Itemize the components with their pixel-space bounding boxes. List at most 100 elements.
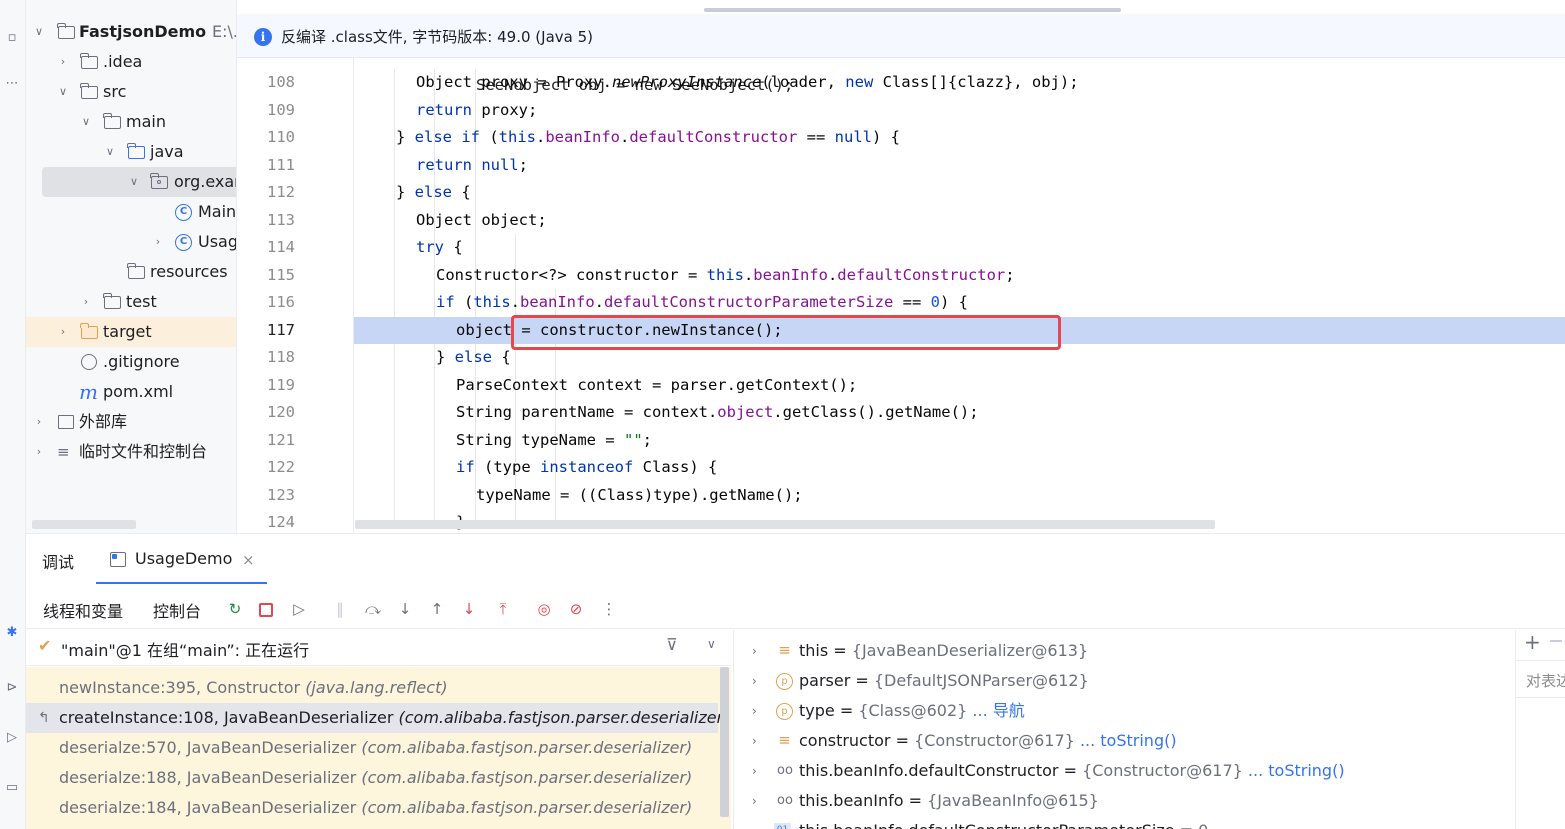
tab-debug[interactable]: 调试	[42, 549, 74, 573]
filter-icon[interactable]: ⊽	[666, 635, 678, 654]
chevron-right-icon[interactable]: ›	[151, 227, 165, 257]
tostring-link[interactable]: ... toString()	[1248, 761, 1345, 780]
var-row[interactable]: › ≡ constructor = {Constructor@617} ... …	[734, 726, 1516, 756]
tab-console[interactable]: 控制台	[153, 598, 201, 622]
editor-hscrollbar[interactable]	[355, 520, 1215, 529]
chevron-right-icon[interactable]: ›	[56, 47, 70, 77]
force-step-into-icon[interactable]: ↓	[458, 598, 480, 620]
mute-breakpoints-icon[interactable]: ⊘	[565, 598, 587, 620]
tree-item-external-libs[interactable]: › 外部库	[26, 407, 236, 437]
more-options-icon[interactable]: ⋮	[598, 598, 620, 620]
tree-item-scratches[interactable]: › ≡ 临时文件和控制台	[26, 437, 236, 467]
chevron-down-icon[interactable]: ∨	[707, 637, 716, 651]
frames-scrollbar[interactable]	[720, 667, 729, 817]
tree-item-test[interactable]: › test	[26, 287, 236, 317]
line-number[interactable]: 113	[237, 207, 295, 235]
line-number[interactable]: 111	[237, 152, 295, 180]
var-row[interactable]: › p parser = {DefaultJSONParser@612}	[734, 666, 1516, 696]
frame-row[interactable]: newInstance:395, Constructor (java.lang.…	[26, 673, 718, 703]
line-number[interactable]: 119	[237, 372, 295, 400]
var-row[interactable]: › oo this.beanInfo.defaultConstructor = …	[734, 756, 1516, 786]
services-icon[interactable]: ⊳	[0, 680, 24, 695]
run-icon[interactable]: ▷	[0, 730, 24, 745]
line-number[interactable]: 114	[237, 234, 295, 262]
chevron-down-icon[interactable]: ∨	[127, 167, 141, 197]
tree-item-gitignore[interactable]: .gitignore	[26, 347, 236, 377]
line-number[interactable]: 115	[237, 262, 295, 290]
more-tools-icon[interactable]: ⋯	[0, 76, 24, 91]
frame-row-current[interactable]: ↰ createInstance:108, JavaBeanDeserialize…	[26, 703, 729, 733]
line-number[interactable]: 110	[237, 124, 295, 152]
stop-icon[interactable]	[255, 598, 277, 620]
tree-item-main-class[interactable]: C Main	[26, 197, 236, 227]
step-into-icon[interactable]: ↓	[394, 598, 416, 620]
tree-item-pom[interactable]: m pom.xml	[26, 377, 236, 407]
chevron-right-icon[interactable]: ›	[752, 726, 757, 756]
tree-item-target[interactable]: › target	[26, 317, 236, 347]
code-token: Constructor<?> constructor =	[436, 265, 707, 284]
line-number[interactable]: 108	[237, 69, 295, 97]
line-number[interactable]: 116	[237, 289, 295, 317]
chevron-right-icon[interactable]: ›	[752, 636, 757, 666]
line-number[interactable]: 123	[237, 482, 295, 510]
line-number[interactable]: 117	[237, 317, 295, 345]
project-hscrollbar[interactable]	[32, 520, 136, 529]
line-number[interactable]: 112	[237, 179, 295, 207]
tree-item-usage-class[interactable]: › C Usag	[26, 227, 236, 257]
line-number[interactable]: 124	[237, 509, 295, 533]
structure-icon[interactable]: ▫	[0, 30, 24, 45]
resume-icon[interactable]: ▷	[288, 598, 310, 620]
step-out-icon[interactable]: ↑	[426, 598, 448, 620]
chevron-down-icon[interactable]: ∨	[56, 77, 70, 107]
watch-icon: oo	[777, 793, 793, 808]
line-number[interactable]: 121	[237, 427, 295, 455]
debug-tool-icon[interactable]: ✱	[0, 625, 24, 640]
add-watch-icon[interactable]: +	[1524, 630, 1541, 654]
chevron-down-icon[interactable]: ∨	[103, 137, 117, 167]
field-stack-icon: ≡	[778, 641, 791, 659]
frame-row[interactable]: deserialze:184, JavaBeanDeserializer (co…	[26, 793, 718, 823]
tostring-link[interactable]: ... toString()	[1080, 731, 1177, 750]
step-over-icon[interactable]: ⤼	[362, 598, 384, 620]
code-editor[interactable]: i 反编译 .class文件, 字节码版本: 49.0 (Java 5) See…	[237, 0, 1565, 533]
close-icon[interactable]: ×	[242, 551, 255, 569]
chevron-right-icon[interactable]: ›	[56, 317, 70, 347]
tree-item-package[interactable]: ∨ org.exar	[42, 167, 236, 197]
chevron-down-icon[interactable]: ∨	[32, 17, 46, 47]
tree-item-java[interactable]: ∨ java	[26, 137, 236, 167]
var-row[interactable]: › ≡ this = {JavaBeanDeserializer@613}	[734, 636, 1516, 666]
chevron-right-icon[interactable]: ›	[32, 407, 46, 437]
var-row[interactable]: › oo this.beanInfo = {JavaBeanInfo@615}	[734, 786, 1516, 816]
frame-row[interactable]: deserialze:570, JavaBeanDeserializer (co…	[26, 733, 718, 763]
var-row-partial[interactable]: 01 this.beanInfo.defaultConstructorParam…	[734, 816, 1516, 829]
tree-root[interactable]: ∨ FastjsonDemo E:\...	[26, 17, 236, 47]
chevron-down-icon[interactable]: ∨	[79, 107, 93, 137]
tab-threads-variables[interactable]: 线程和变量	[43, 598, 123, 622]
drop-frame-icon[interactable]: ⤒	[492, 598, 514, 620]
terminal-icon[interactable]: ▭	[0, 780, 24, 795]
line-number[interactable]: 109	[237, 97, 295, 125]
line-number[interactable]: 118	[237, 344, 295, 372]
frame-row[interactable]: deserialze:188, JavaBeanDeserializer (co…	[26, 763, 718, 793]
remove-watch-icon[interactable]	[1550, 640, 1562, 642]
rerun-icon[interactable]: ↻	[224, 598, 246, 620]
chevron-right-icon[interactable]: ›	[752, 666, 757, 696]
view-breakpoints-icon[interactable]: ◎	[533, 598, 555, 620]
chevron-right-icon[interactable]: ›	[752, 756, 757, 786]
line-number[interactable]: 120	[237, 399, 295, 427]
chevron-right-icon[interactable]: ›	[752, 696, 757, 726]
tree-item-resources[interactable]: resources	[26, 257, 236, 287]
thread-selector[interactable]: ✔ "main"@1 在组“main”: 正在运行 ⊽ ∨	[26, 630, 731, 666]
tree-item-idea[interactable]: › .idea	[26, 47, 236, 77]
tab-usage-demo[interactable]: UsageDemo	[135, 549, 232, 568]
line-number[interactable]: 122	[237, 454, 295, 482]
tree-item-main[interactable]: ∨ main	[26, 107, 236, 137]
navigate-link[interactable]: ... 导航	[972, 701, 1024, 720]
chevron-right-icon[interactable]: ›	[79, 287, 93, 317]
var-row[interactable]: › p type = {Class@602} ... 导航	[734, 696, 1516, 726]
editor-tab-scrollbar[interactable]	[704, 8, 1121, 12]
tree-item-src[interactable]: ∨ src	[26, 77, 236, 107]
chevron-right-icon[interactable]: ›	[32, 437, 46, 467]
evaluate-input[interactable]: 对表达	[1516, 660, 1565, 698]
chevron-right-icon[interactable]: ›	[752, 786, 757, 816]
